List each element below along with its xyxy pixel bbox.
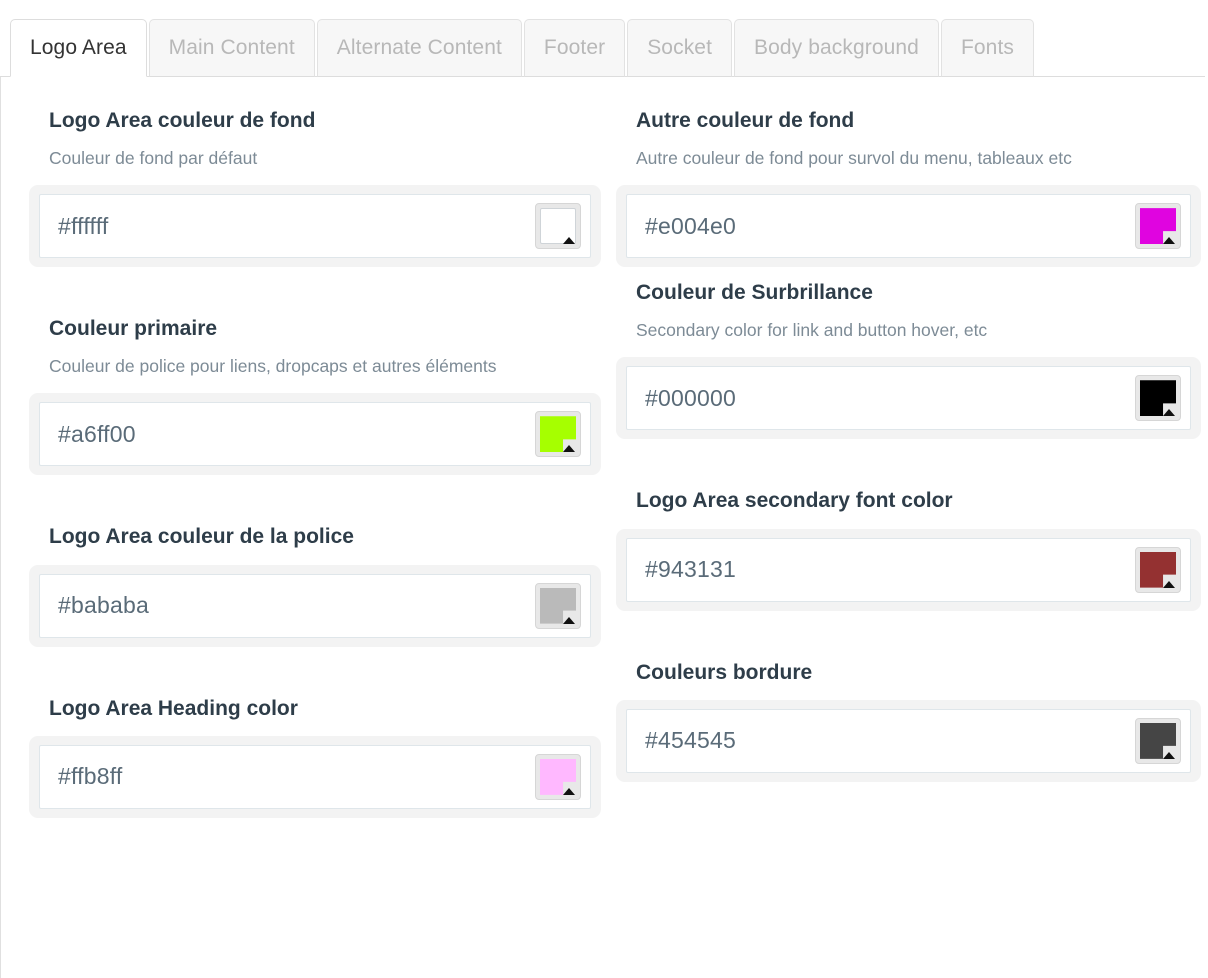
- color-input-row[interactable]: #454545: [626, 708, 1191, 773]
- color-hex-input[interactable]: #943131: [627, 558, 1039, 581]
- field-description: Autre couleur de fond pour survol du men…: [636, 148, 1072, 169]
- color-hex-input[interactable]: #bababa: [40, 594, 443, 617]
- field-title: Logo Area couleur de fond: [49, 109, 316, 132]
- color-swatch-button[interactable]: [1135, 717, 1181, 764]
- color-setting-field: Logo Area couleur de la police #bababa: [29, 523, 601, 647]
- color-hex-input[interactable]: #454545: [627, 729, 1039, 752]
- color-picker-container: #454545: [616, 699, 1201, 782]
- field-title: Autre couleur de fond: [636, 109, 855, 132]
- caret-up-icon[interactable]: [1163, 237, 1175, 245]
- color-swatch-button[interactable]: [535, 582, 581, 629]
- color-setting-field: Logo Area Heading color #ffb8ff: [29, 695, 601, 818]
- tab-footer[interactable]: Footer: [523, 19, 626, 77]
- color-setting-field: Logo Area couleur de fond Couleur de fond…: [29, 107, 601, 268]
- color-hex-input[interactable]: #000000: [627, 386, 1039, 410]
- caret-up-icon[interactable]: [563, 445, 575, 453]
- color-hex-input[interactable]: #ffb8ff: [40, 765, 443, 788]
- caret-up-icon[interactable]: [563, 237, 575, 245]
- tab-list: Logo Area Main Content Alternate Content Fo…: [10, 19, 1036, 77]
- color-setting-field: Couleur de Surbrillance Secondary color f…: [616, 279, 1201, 440]
- caret-up-icon[interactable]: [1163, 409, 1175, 417]
- color-hex-input[interactable]: #e004e0: [627, 214, 1039, 238]
- tab-panel-logo-area: Logo Area couleur de fond Couleur de fond…: [0, 77, 1208, 978]
- field-title: Logo Area couleur de la police: [49, 525, 354, 549]
- settings-column-left: Logo Area couleur de fond Couleur de fond…: [1, 77, 601, 818]
- color-picker-container: #000000: [616, 357, 1201, 440]
- tab-socket[interactable]: Socket: [627, 19, 733, 77]
- caret-up-icon[interactable]: [1163, 751, 1175, 759]
- color-setting-field: Couleurs bordure #454545: [616, 659, 1201, 782]
- tab-body-background[interactable]: Body background: [734, 19, 939, 77]
- caret-up-icon[interactable]: [1163, 580, 1175, 588]
- color-swatch-button[interactable]: [535, 203, 581, 250]
- field-description: Couleur de police pour liens, dropcaps e…: [49, 356, 497, 377]
- color-input-row[interactable]: #bababa: [39, 573, 591, 638]
- field-description: Couleur de fond par défaut: [49, 148, 258, 169]
- color-input-row[interactable]: #a6ff00: [39, 402, 591, 467]
- color-setting-field: Autre couleur de fond Autre couleur de fo…: [616, 107, 1201, 268]
- color-hex-input[interactable]: #ffffff: [40, 214, 443, 238]
- color-setting-field: Couleur primaire Couleur de police pour l…: [29, 315, 601, 476]
- color-picker-container: #ffb8ff: [29, 735, 601, 818]
- settings-grid: Logo Area couleur de fond Couleur de fond…: [1, 77, 1208, 818]
- settings-column-right: Autre couleur de fond Autre couleur de fo…: [601, 77, 1201, 818]
- tab-main-content[interactable]: Main Content: [148, 19, 315, 77]
- field-title: Couleur de Surbrillance: [636, 281, 873, 305]
- field-description: Secondary color for link and button hove…: [636, 320, 988, 341]
- tab-logo-area[interactable]: Logo Area: [10, 19, 147, 77]
- color-hex-input[interactable]: #a6ff00: [40, 422, 443, 446]
- color-input-row[interactable]: #e004e0: [626, 194, 1191, 259]
- caret-up-icon[interactable]: [563, 616, 575, 624]
- color-input-row[interactable]: #ffb8ff: [39, 744, 591, 809]
- caret-up-icon[interactable]: [563, 787, 575, 795]
- field-title: Logo Area secondary font color: [636, 489, 953, 513]
- color-picker-container: #ffffff: [29, 185, 601, 268]
- color-input-row[interactable]: #000000: [626, 366, 1191, 431]
- field-title: Couleur primaire: [49, 317, 218, 341]
- color-picker-container: #943131: [616, 528, 1201, 611]
- color-swatch-button[interactable]: [1135, 546, 1181, 593]
- color-picker-container: #e004e0: [616, 185, 1201, 268]
- color-swatch-button[interactable]: [1135, 203, 1181, 250]
- color-swatch-button[interactable]: [535, 411, 581, 458]
- tab-alternate-content[interactable]: Alternate Content: [316, 19, 522, 77]
- color-swatch-button[interactable]: [535, 753, 581, 800]
- color-swatch-button[interactable]: [1135, 375, 1181, 422]
- color-picker-container: #a6ff00: [29, 393, 601, 476]
- color-input-row[interactable]: #943131: [626, 537, 1191, 602]
- color-setting-field: Logo Area secondary font color #943131: [616, 487, 1201, 611]
- field-title: Logo Area Heading color: [49, 696, 298, 720]
- tab-bar: Logo Area Main Content Alternate Content Fo…: [0, 0, 1208, 77]
- tab-fonts[interactable]: Fonts: [940, 19, 1034, 77]
- field-title: Couleurs bordure: [636, 660, 813, 684]
- color-input-row[interactable]: #ffffff: [39, 194, 591, 259]
- color-picker-container: #bababa: [29, 564, 601, 647]
